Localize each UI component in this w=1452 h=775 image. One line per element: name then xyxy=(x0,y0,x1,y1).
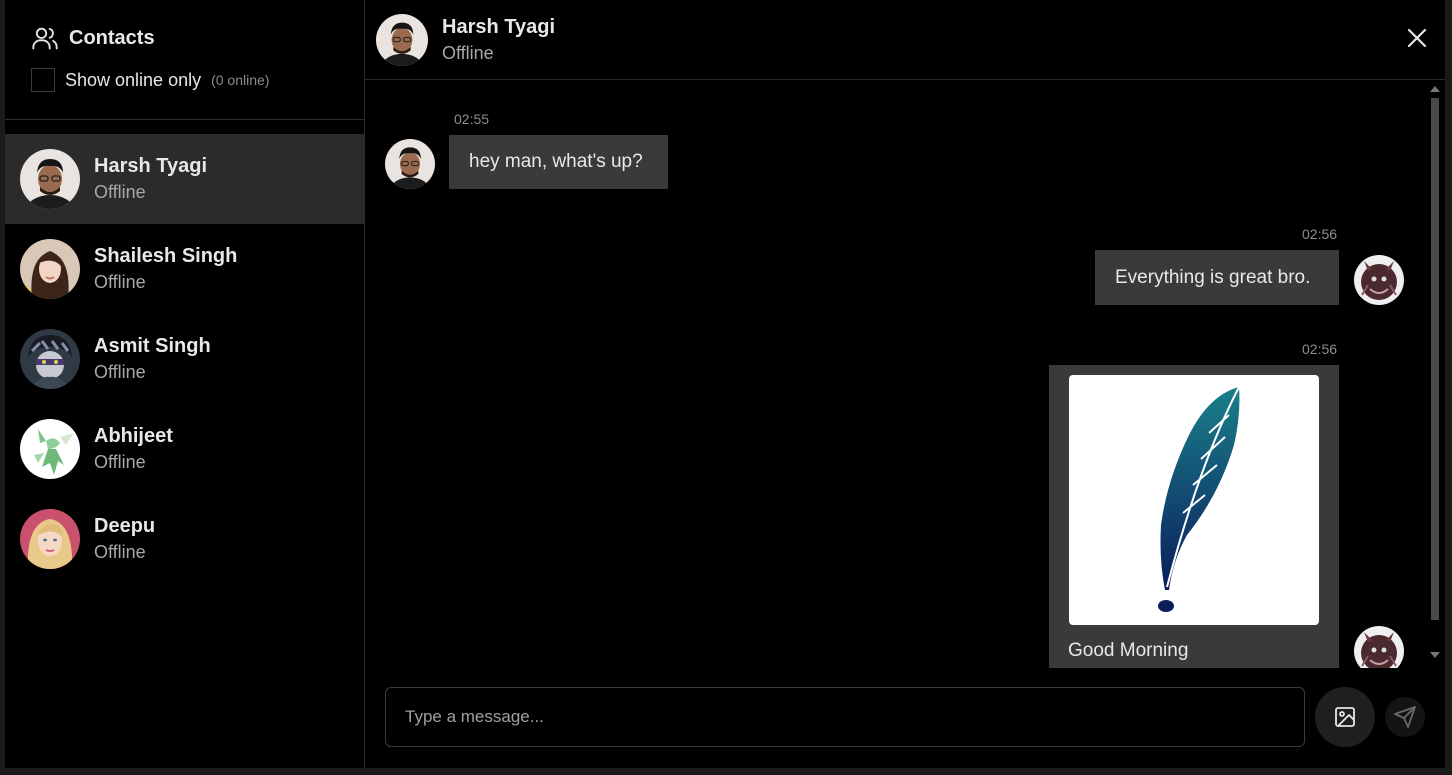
attach-image-button[interactable] xyxy=(1315,687,1375,747)
show-online-checkbox[interactable] xyxy=(31,68,55,92)
chat-app: Contacts Show online only (0 online) Har… xyxy=(5,0,1445,768)
avatar xyxy=(20,239,80,299)
contact-item-asmit-singh[interactable]: Asmit Singh Offline xyxy=(5,314,364,404)
contacts-heading: Contacts xyxy=(31,24,364,52)
contact-item-shailesh-singh[interactable]: Shailesh Singh Offline xyxy=(5,224,364,314)
chat-panel: Harsh Tyagi Offline 02:55 hey man, what'… xyxy=(365,0,1445,768)
chat-header: Harsh Tyagi Offline xyxy=(365,0,1445,80)
image-attachment[interactable] xyxy=(1069,375,1319,625)
message-list[interactable]: 02:55 hey man, what's up? 02:56 Everythi… xyxy=(365,80,1445,668)
contact-item-abhijeet[interactable]: Abhijeet Offline xyxy=(5,404,364,494)
online-count: (0 online) xyxy=(211,72,270,88)
image-icon xyxy=(1335,707,1355,727)
send-icon xyxy=(1394,706,1416,728)
message-time: 02:55 xyxy=(454,111,490,127)
contact-list: Harsh Tyagi Offline Shailesh Singh Offli… xyxy=(5,134,364,584)
users-icon xyxy=(32,27,58,50)
message-time: 02:56 xyxy=(1302,226,1338,242)
sender-avatar xyxy=(385,139,435,189)
message-bubble: Everything is great bro. xyxy=(1095,250,1339,305)
avatar xyxy=(20,419,80,479)
feather-quill-image xyxy=(1158,386,1240,612)
contact-status: Offline xyxy=(94,362,146,382)
contact-info: Shailesh Singh Offline xyxy=(94,245,237,293)
contact-name: Abhijeet xyxy=(94,425,173,447)
close-icon[interactable] xyxy=(1405,26,1429,50)
scroll-down-arrow[interactable] xyxy=(1430,652,1440,658)
contact-item-deepu[interactable]: Deepu Offline xyxy=(5,494,364,584)
own-avatar xyxy=(1354,255,1404,305)
contact-status: Offline xyxy=(94,272,146,292)
avatar xyxy=(20,509,80,569)
message-input[interactable] xyxy=(405,707,1304,727)
contact-info: Asmit Singh Offline xyxy=(94,335,211,383)
chat-partner-info: Harsh Tyagi Offline xyxy=(442,16,555,64)
message-bubble: hey man, what's up? xyxy=(449,135,668,189)
avatar xyxy=(20,329,80,389)
avatar xyxy=(20,149,80,209)
contact-status: Offline xyxy=(94,542,146,562)
contact-info: Harsh Tyagi Offline xyxy=(94,155,207,203)
contacts-sidebar: Contacts Show online only (0 online) Har… xyxy=(5,0,365,768)
contact-status: Offline xyxy=(94,452,146,472)
chat-partner-name: Harsh Tyagi xyxy=(442,15,555,38)
contact-name: Deepu xyxy=(94,515,156,537)
online-filter[interactable]: Show online only (0 online) xyxy=(31,68,364,92)
scroll-up-arrow[interactable] xyxy=(1430,86,1440,92)
message-composer xyxy=(385,687,1305,747)
contacts-title: Contacts xyxy=(69,26,155,49)
contact-name: Asmit Singh xyxy=(94,335,211,357)
contact-name: Shailesh Singh xyxy=(94,245,238,267)
own-avatar xyxy=(1354,626,1404,668)
message-time: 02:56 xyxy=(1302,341,1338,357)
chat-partner-status: Offline xyxy=(442,42,494,63)
chat-partner-avatar xyxy=(376,13,428,66)
scroll-thumb[interactable] xyxy=(1431,98,1439,620)
sidebar-header: Contacts Show online only (0 online) xyxy=(5,0,364,120)
image-caption: Good Morning xyxy=(1068,640,1189,661)
send-button[interactable] xyxy=(1385,697,1425,737)
contact-status: Offline xyxy=(94,182,146,202)
image-message-bubble: Good Morning xyxy=(1049,365,1339,668)
contact-name: Harsh Tyagi xyxy=(94,155,207,177)
message-scrollbar[interactable] xyxy=(1429,84,1441,666)
contact-info: Abhijeet Offline xyxy=(94,425,173,473)
contact-info: Deepu Offline xyxy=(94,515,155,563)
show-online-label[interactable]: Show online only xyxy=(65,70,201,91)
contact-item-harsh-tyagi[interactable]: Harsh Tyagi Offline xyxy=(5,134,364,224)
